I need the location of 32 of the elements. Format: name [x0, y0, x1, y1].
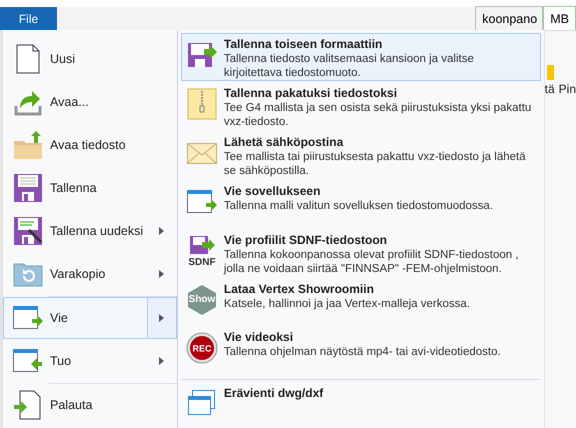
menu-item[interactable]: Avaa tiedosto: [3, 124, 177, 166]
menu-item[interactable]: Avaa...: [3, 81, 177, 123]
submenu-item[interactable]: REC Vie videoksi Tallenna ohjelman näytöstä mp4- tai avi-videotiedosto.: [180, 326, 541, 374]
ribbon-tab[interactable]: koonpano: [475, 6, 544, 30]
floppy-disk-pen-icon: [12, 215, 44, 247]
submenu-arrow-icon: [159, 227, 164, 235]
zipper-file-icon: [186, 88, 218, 120]
partial-tool-icon: [546, 65, 554, 80]
submenu-item[interactable]: Erävienti dwg/dxf: [180, 379, 541, 428]
submenu-arrow-icon: [159, 314, 164, 322]
submenu-item[interactable]: SDNF Vie profiilit SDNF-tiedostoon Tallenna kokoonpanossa olevat profiilit SDNF-tiedostoon , jolla ne voidaan siirtää "FINNSAP" -FEM-ohjelmistoon.: [180, 228, 541, 277]
record-icon: REC: [186, 332, 218, 364]
submenu-arrow-icon: [159, 270, 164, 278]
submenu-item[interactable]: Lähetä sähköpostina Tee mallista tai piirustuksesta pakattu vxz-tiedosto ja lähetä se sähköpostilla.: [180, 131, 541, 179]
menu-item[interactable]: Vie: [3, 297, 177, 339]
submenu-arrow-icon: [159, 357, 164, 365]
menu-item[interactable]: Tallenna uudeksi: [3, 210, 177, 252]
menu-item[interactable]: Tallenna: [3, 167, 177, 209]
menu-item[interactable]: Uusi: [3, 38, 177, 80]
submenu-item[interactable]: Tallenna pakatuksi tiedostoksi Tee G4 mallista ja sen osista sekä piirustuksista yksi pakattu vxz-tiedosto.: [180, 82, 541, 130]
menu-item[interactable]: Varakopio: [3, 253, 177, 295]
menu-item[interactable]: Tuo: [3, 340, 177, 382]
submenu-item[interactable]: Show Lataa Vertex Showroomiin Katsele, hallinnoi ja jaa Vertex-malleja verkossa.: [180, 278, 541, 326]
file-tab[interactable]: File: [0, 7, 57, 30]
menu-item[interactable]: Palauta: [3, 384, 177, 426]
submenu-item[interactable]: Tallenna toiseen formaattiin Tallenna tiedosto valitsemaasi kansioon ja valitse kirjoitettava tiedostomuoto.: [180, 33, 541, 81]
hexagon-logo-icon: Show: [186, 284, 218, 316]
ribbon-label: Pin: [558, 82, 576, 96]
ribbon-label: tä: [544, 82, 555, 96]
folder-up-arrow-icon: [12, 129, 44, 161]
submenu-item[interactable]: Vie sovellukseen Tallenna malli valitun sovelluksen tiedostomuodossa.: [180, 180, 541, 228]
ribbon-tab[interactable]: MB: [543, 6, 576, 30]
